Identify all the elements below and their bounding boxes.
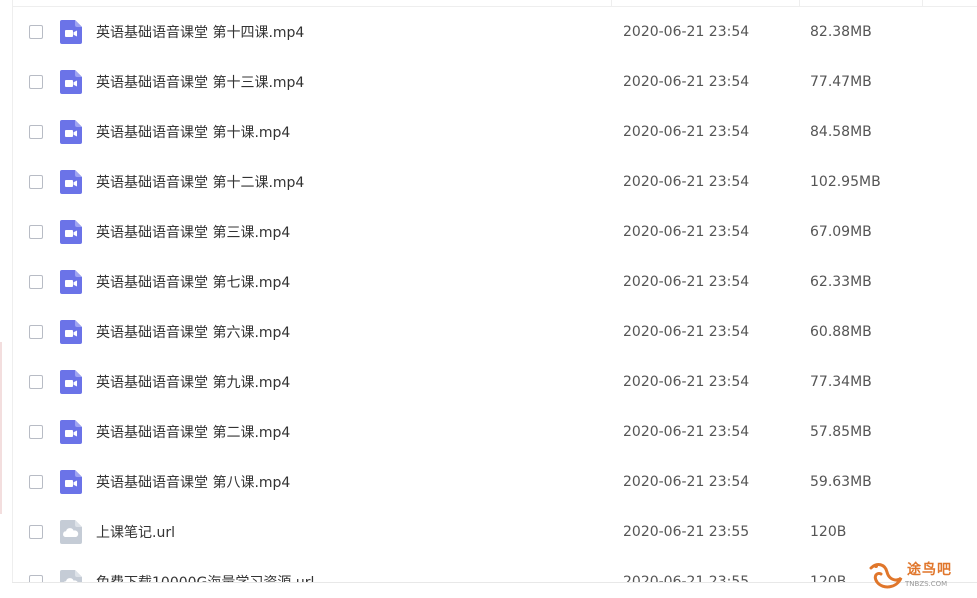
file-row[interactable]: 英语基础语音课堂 第十二课.mp4 2020-06-21 23:54 102.9… — [12, 157, 977, 207]
row-checkbox[interactable] — [29, 425, 43, 439]
file-size: 120B — [810, 524, 847, 540]
file-name[interactable]: 英语基础语音课堂 第十四课.mp4 — [96, 22, 304, 42]
left-panel-accent — [0, 342, 2, 514]
file-name[interactable]: 英语基础语音课堂 第八课.mp4 — [96, 472, 290, 492]
bird-logo-icon — [869, 563, 903, 589]
row-checkbox[interactable] — [29, 275, 43, 289]
column-separator[interactable] — [922, 0, 923, 6]
file-row[interactable]: 英语基础语音课堂 第七课.mp4 2020-06-21 23:54 62.33M… — [12, 257, 977, 307]
file-name[interactable]: 英语基础语音课堂 第六课.mp4 — [96, 322, 290, 342]
file-size: 102.95MB — [810, 174, 881, 190]
file-size: 67.09MB — [810, 224, 872, 240]
file-date: 2020-06-21 23:54 — [623, 24, 750, 40]
file-name[interactable]: 英语基础语音课堂 第十三课.mp4 — [96, 72, 304, 92]
file-date: 2020-06-21 23:54 — [623, 374, 750, 390]
column-separator[interactable] — [611, 0, 612, 6]
row-checkbox[interactable] — [29, 175, 43, 189]
row-checkbox[interactable] — [29, 75, 43, 89]
file-date: 2020-06-21 23:54 — [623, 74, 750, 90]
file-name[interactable]: 上课笔记.url — [96, 522, 175, 542]
file-size: 62.33MB — [810, 274, 872, 290]
file-size: 77.34MB — [810, 374, 872, 390]
watermark-logo: 途鸟吧 TNBZS.COM — [867, 558, 967, 594]
file-row[interactable]: 英语基础语音课堂 第六课.mp4 2020-06-21 23:54 60.88M… — [12, 307, 977, 357]
video-icon — [60, 470, 82, 494]
video-icon — [60, 220, 82, 244]
file-date: 2020-06-21 23:54 — [623, 174, 750, 190]
list-bottom-edge — [12, 583, 977, 598]
file-size: 59.63MB — [810, 474, 872, 490]
file-row[interactable]: 英语基础语音课堂 第十四课.mp4 2020-06-21 23:54 82.38… — [12, 7, 977, 57]
file-name[interactable]: 英语基础语音课堂 第二课.mp4 — [96, 422, 290, 442]
list-header — [12, 0, 977, 7]
video-icon — [60, 170, 82, 194]
video-icon — [60, 70, 82, 94]
file-row[interactable]: 英语基础语音课堂 第三课.mp4 2020-06-21 23:54 67.09M… — [12, 207, 977, 257]
row-checkbox[interactable] — [29, 375, 43, 389]
file-size: 82.38MB — [810, 24, 872, 40]
file-date: 2020-06-21 23:55 — [623, 524, 750, 540]
video-icon — [60, 320, 82, 344]
file-date: 2020-06-21 23:54 — [623, 424, 750, 440]
link-file-icon — [60, 520, 82, 544]
video-icon — [60, 420, 82, 444]
file-row[interactable]: 英语基础语音课堂 第十课.mp4 2020-06-21 23:54 84.58M… — [12, 107, 977, 157]
video-icon — [60, 120, 82, 144]
row-checkbox[interactable] — [29, 125, 43, 139]
watermark-text: 途鸟吧 — [907, 562, 952, 578]
row-checkbox[interactable] — [29, 325, 43, 339]
file-browser-window: 英语基础语音课堂 第十四课.mp4 2020-06-21 23:54 82.38… — [0, 0, 977, 598]
column-separator[interactable] — [799, 0, 800, 6]
row-checkbox[interactable] — [29, 475, 43, 489]
video-icon — [60, 20, 82, 44]
file-name[interactable]: 英语基础语音课堂 第三课.mp4 — [96, 222, 290, 242]
file-size: 77.47MB — [810, 74, 872, 90]
file-date: 2020-06-21 23:54 — [623, 274, 750, 290]
watermark-subtext: TNBZS.COM — [905, 580, 948, 588]
file-size: 60.88MB — [810, 324, 872, 340]
file-name[interactable]: 英语基础语音课堂 第十二课.mp4 — [96, 172, 304, 192]
file-row[interactable]: 英语基础语音课堂 第九课.mp4 2020-06-21 23:54 77.34M… — [12, 357, 977, 407]
file-row[interactable]: 上课笔记.url 2020-06-21 23:55 120B — [12, 507, 977, 557]
row-checkbox[interactable] — [29, 525, 43, 539]
file-date: 2020-06-21 23:54 — [623, 324, 750, 340]
video-icon — [60, 270, 82, 294]
row-checkbox[interactable] — [29, 25, 43, 39]
video-icon — [60, 370, 82, 394]
row-checkbox[interactable] — [29, 225, 43, 239]
file-row[interactable]: 英语基础语音课堂 第二课.mp4 2020-06-21 23:54 57.85M… — [12, 407, 977, 457]
file-name[interactable]: 英语基础语音课堂 第九课.mp4 — [96, 372, 290, 392]
file-size: 57.85MB — [810, 424, 872, 440]
file-name[interactable]: 英语基础语音课堂 第十课.mp4 — [96, 122, 290, 142]
file-name[interactable]: 英语基础语音课堂 第七课.mp4 — [96, 272, 290, 292]
file-row[interactable]: 英语基础语音课堂 第十三课.mp4 2020-06-21 23:54 77.47… — [12, 57, 977, 107]
file-date: 2020-06-21 23:54 — [623, 124, 750, 140]
file-list: 英语基础语音课堂 第十四课.mp4 2020-06-21 23:54 82.38… — [12, 7, 977, 598]
file-row[interactable]: 英语基础语音课堂 第八课.mp4 2020-06-21 23:54 59.63M… — [12, 457, 977, 507]
file-size: 84.58MB — [810, 124, 872, 140]
file-date: 2020-06-21 23:54 — [623, 474, 750, 490]
file-date: 2020-06-21 23:54 — [623, 224, 750, 240]
